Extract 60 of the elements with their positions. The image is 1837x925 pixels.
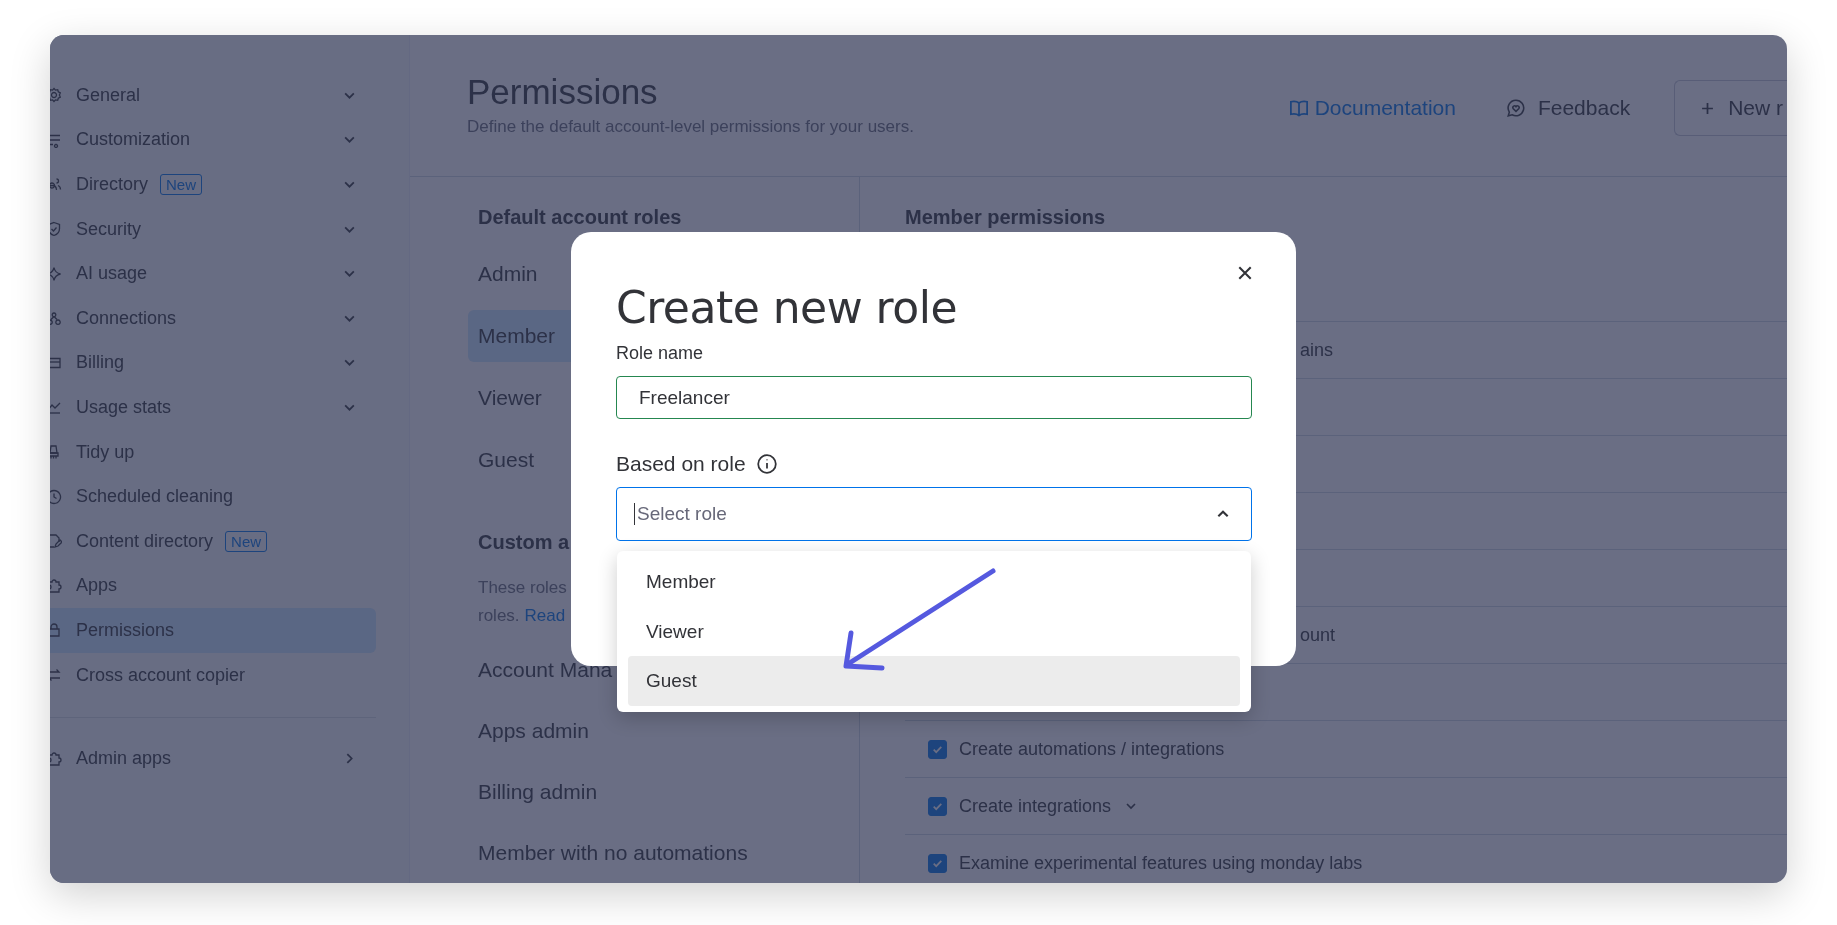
sidebar-item[interactable]: Customization xyxy=(50,117,376,163)
chevron-down-icon[interactable] xyxy=(1125,800,1138,812)
checkbox[interactable] xyxy=(928,796,947,816)
info-icon[interactable] xyxy=(755,453,778,475)
people-icon xyxy=(50,176,62,193)
puzzle-icon xyxy=(50,750,62,767)
dialog-title: Create new role xyxy=(616,281,958,335)
role-item[interactable]: Member with no automations xyxy=(468,827,859,879)
permission-label: Examine experimental features using monday labs xyxy=(959,852,1363,874)
section-heading: Member permissions xyxy=(905,205,1107,229)
read-more-link[interactable]: Read xyxy=(524,606,566,625)
shield-icon xyxy=(50,221,62,238)
permission-label: Create automations / integrations xyxy=(959,738,1225,760)
feedback-button[interactable]: Feedback xyxy=(1491,88,1645,128)
section-heading: Custom a xyxy=(478,530,571,554)
sidebar-item[interactable]: Content directory New xyxy=(50,518,376,564)
new-role-button[interactable]: New r xyxy=(1674,80,1787,136)
new-badge: New xyxy=(160,174,203,195)
gear-icon xyxy=(50,87,62,104)
field-label: Role name xyxy=(616,342,705,364)
sidebar-item[interactable]: Directory New xyxy=(50,162,376,207)
documentation-link[interactable]: Documentation xyxy=(1278,88,1466,128)
section-heading: Default account roles xyxy=(478,205,683,229)
sidebar-item[interactable]: Permissions xyxy=(50,608,376,653)
sidebar-item[interactable]: Usage stats xyxy=(50,385,376,430)
lock-icon xyxy=(50,622,62,639)
new-badge: New xyxy=(225,530,268,552)
puzzle-icon xyxy=(50,577,62,594)
chat-heart-icon xyxy=(1505,98,1526,118)
text-cursor xyxy=(634,503,635,525)
page-title: Permissions xyxy=(467,71,659,113)
sidebar-item[interactable]: Security xyxy=(50,206,376,252)
permission-label: Create integrations xyxy=(959,795,1112,817)
role-name-field[interactable]: Freelancer xyxy=(616,376,1252,419)
nodes-icon xyxy=(50,310,62,327)
sidebar-item[interactable]: Tidy up xyxy=(50,429,376,475)
sidebar-item[interactable]: Connections xyxy=(50,295,376,341)
sidebar-item[interactable]: Billing xyxy=(50,340,376,386)
sidebar-item[interactable]: Cross account copier xyxy=(50,652,376,698)
checkbox[interactable] xyxy=(928,739,947,759)
book-icon xyxy=(1288,98,1309,118)
sidebar-item[interactable]: Apps xyxy=(50,563,376,609)
permission-label: ains xyxy=(1299,339,1334,361)
document-icon xyxy=(50,533,62,550)
dropdown-option[interactable]: Viewer xyxy=(628,606,1240,657)
sidebar-item[interactable]: Admin apps xyxy=(50,736,376,781)
checkbox[interactable] xyxy=(928,853,947,873)
field-label: Based on role xyxy=(616,451,746,477)
sidebar-item[interactable]: Scheduled cleaning xyxy=(50,474,376,519)
dropdown-option[interactable]: Guest xyxy=(628,656,1240,706)
dropdown-option[interactable]: Member xyxy=(628,557,1240,607)
sidebar-item[interactable]: AI usage xyxy=(50,251,376,296)
sparkle-icon xyxy=(50,265,62,282)
permission-label: ount xyxy=(1299,624,1336,646)
role-item[interactable]: Billing admin xyxy=(468,766,859,818)
clock-icon xyxy=(50,488,62,505)
role-select[interactable]: Select role xyxy=(616,487,1252,541)
sidebar-item[interactable]: General xyxy=(50,73,376,118)
broom-icon xyxy=(50,444,62,461)
plus-icon xyxy=(1701,101,1715,115)
